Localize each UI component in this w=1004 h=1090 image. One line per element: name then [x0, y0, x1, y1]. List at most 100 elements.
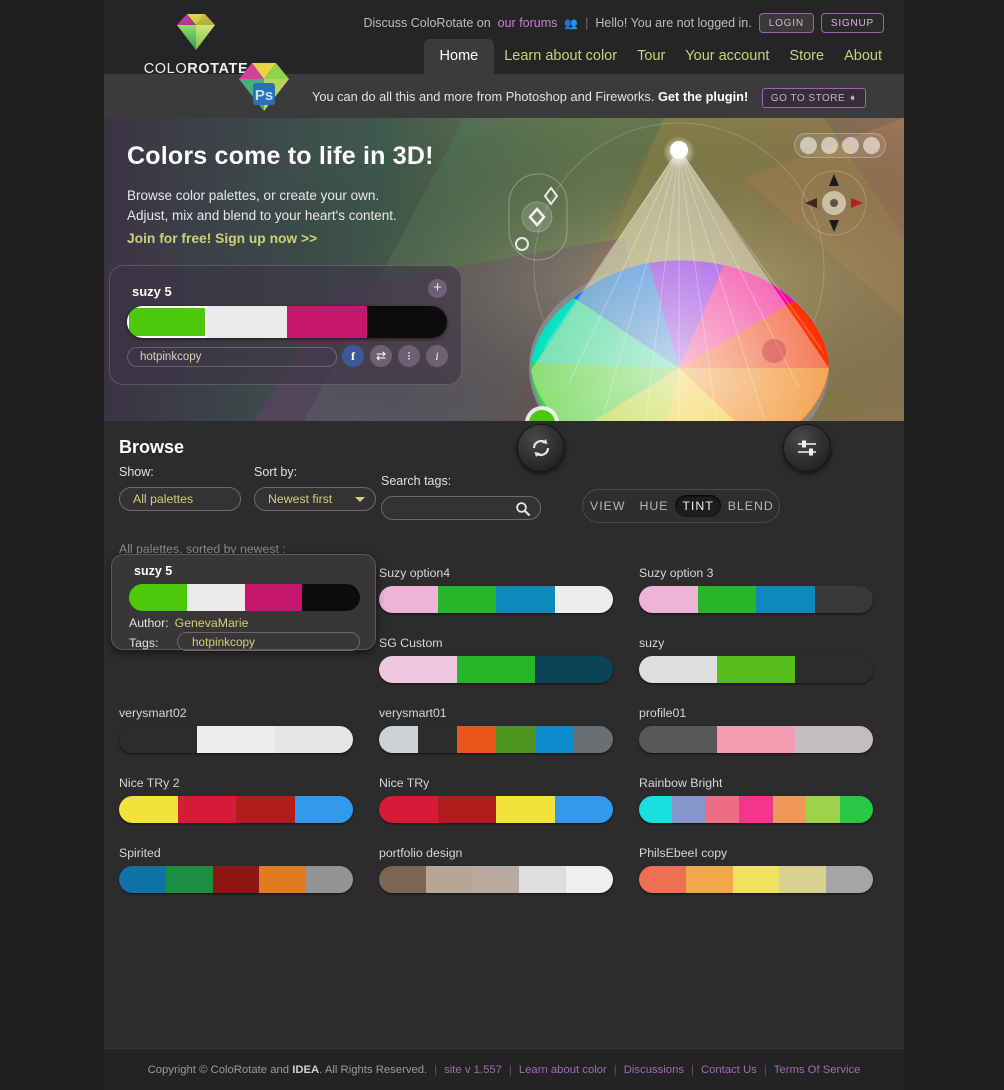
swatch [732, 866, 780, 893]
featured-palette-swatches[interactable] [129, 584, 360, 611]
tab-blend[interactable]: BLEND [721, 495, 781, 517]
author-name[interactable]: GenevaMarie [175, 616, 249, 630]
share-icon[interactable]: ⇄ [370, 345, 392, 367]
swatch [165, 866, 213, 893]
palette-card-5[interactable]: verysmart02 [119, 706, 353, 753]
footer-link-site-version[interactable]: site v 1.557 [444, 1064, 502, 1076]
login-button[interactable]: LOGIN [758, 13, 814, 33]
facebook-icon[interactable]: f [342, 345, 364, 367]
palette-card-3[interactable]: SG Custom [379, 636, 613, 683]
palette-swatches[interactable] [639, 726, 873, 753]
palette-swatches[interactable] [639, 586, 873, 613]
mixer-button[interactable] [783, 424, 831, 472]
browse-section: Browse Show: All palettes Sort by: Newes… [104, 421, 904, 893]
palette-card-6[interactable]: verysmart01 [379, 706, 613, 753]
palette-card-4[interactable]: suzy [639, 636, 873, 683]
footer-link-terms[interactable]: Terms Of Service [774, 1064, 861, 1076]
hero-palette-card[interactable]: suzy 5 + hotpinkcopy f ⇄ ⁝ i [109, 265, 462, 385]
swatch [127, 306, 207, 338]
forums-link[interactable]: our forums [498, 16, 558, 30]
hero-palette-tag[interactable]: hotpinkcopy [127, 347, 337, 367]
swatch [379, 586, 438, 613]
hero-palette-swatches[interactable] [127, 306, 447, 338]
palette-swatches[interactable] [379, 796, 613, 823]
palette-card-7[interactable]: profile01 [639, 706, 873, 753]
nav-item-tour[interactable]: Tour [627, 40, 675, 74]
plugin-banner: Ps You can do all this and more from Pho… [104, 63, 904, 118]
nav-item-your-account[interactable]: Your account [675, 40, 779, 74]
contrast-icon[interactable] [821, 137, 838, 154]
swatch [826, 866, 873, 893]
diamond-small-icon [543, 186, 559, 206]
plugin-banner-text: You can do all this and more from Photos… [312, 87, 867, 108]
plus-icon[interactable]: + [428, 279, 447, 298]
palette-card-9[interactable]: Nice TRy [379, 776, 613, 823]
swatch [496, 586, 555, 613]
swatch [457, 726, 496, 753]
nav-item-learn-about-color[interactable]: Learn about color [494, 40, 627, 74]
brightness-icon[interactable] [800, 137, 817, 154]
palette-swatches[interactable] [639, 796, 873, 823]
palette-card-2[interactable]: Suzy option 3 [639, 566, 873, 613]
palette-swatches[interactable] [379, 656, 613, 683]
tab-hue[interactable]: HUE [632, 495, 675, 517]
nav-item-about[interactable]: About [834, 40, 892, 74]
sort-select[interactable]: Newest first [254, 487, 376, 511]
copyright-mid: ColoRotate and [207, 1063, 293, 1076]
nav-item-home[interactable]: Home [423, 39, 495, 74]
signup-button[interactable]: SIGNUP [820, 13, 884, 33]
palette-card-13[interactable]: PhilsEbeeI copy [639, 846, 873, 893]
palette-swatches[interactable] [119, 726, 353, 753]
featured-tag[interactable]: hotpinkcopy [177, 632, 360, 651]
page-root: COLOROTATE Discuss ColoRotate on our for… [0, 0, 1004, 1090]
palette-swatches[interactable] [379, 726, 613, 753]
color-cone-3d[interactable] [474, 118, 904, 421]
palette-card-1[interactable]: Suzy option4 [379, 566, 613, 613]
pan-control-icon[interactable] [799, 168, 869, 238]
tab-view[interactable]: VIEW [583, 495, 632, 517]
author-label: Author: [129, 616, 169, 630]
palette-card-8[interactable]: Nice TRy 2 [119, 776, 353, 823]
swatch [697, 586, 756, 613]
palette-swatches[interactable] [639, 866, 873, 893]
palette-card-12[interactable]: portfolio design [379, 846, 613, 893]
palette-swatches[interactable] [119, 866, 353, 893]
palette-title: Spirited [119, 846, 161, 860]
show-select[interactable]: All palettes [119, 487, 241, 511]
nav-item-store[interactable]: Store [779, 40, 834, 74]
go-to-store-button[interactable]: GO TO STORE ➧ [761, 87, 867, 108]
join-free-link[interactable]: Join for free! Sign up now >> [127, 231, 317, 246]
swatch [705, 796, 740, 823]
featured-palette-card[interactable]: suzy 5 Author: GenevaMarie Tags: hotpinkc… [111, 554, 376, 651]
info-icon[interactable]: i [426, 345, 448, 367]
palette-dots-icon[interactable]: ⁝ [398, 345, 420, 367]
palette-swatches[interactable] [379, 866, 613, 893]
site-column: COLOROTATE Discuss ColoRotate on our for… [104, 0, 904, 1090]
palette-card-10[interactable]: Rainbow Bright [639, 776, 873, 823]
palette-card-11[interactable]: Spirited [119, 846, 353, 893]
greeting-text: Hello! You are not logged in. [595, 16, 752, 30]
footer-link-learn-about-color[interactable]: Learn about color [519, 1064, 607, 1076]
main-nav: Home Learn about color Tour Your account… [423, 39, 892, 74]
magnifier-icon[interactable] [515, 501, 531, 517]
footer-separator: | [434, 1063, 438, 1076]
footer-link-contact-us[interactable]: Contact Us [701, 1064, 757, 1076]
swatch [379, 866, 426, 893]
hue-icon[interactable] [842, 137, 859, 154]
tab-tint[interactable]: TINT [675, 495, 721, 517]
rotate-icon[interactable] [863, 137, 880, 154]
tags-label: Tags: [129, 636, 159, 650]
palette-title: portfolio design [379, 846, 463, 860]
palette-title: suzy [639, 636, 665, 650]
shape-selector-cluster[interactable] [506, 170, 576, 265]
palette-swatches[interactable] [379, 586, 613, 613]
hero-tool-strip[interactable] [794, 133, 886, 158]
palette-title: profile01 [639, 706, 687, 720]
search-input[interactable] [381, 496, 541, 520]
swatch [119, 866, 166, 893]
swatch [554, 796, 613, 823]
footer-link-discussions[interactable]: Discussions [624, 1064, 684, 1076]
palette-swatches[interactable] [119, 796, 353, 823]
refresh-button[interactable] [517, 424, 565, 472]
palette-swatches[interactable] [639, 656, 873, 683]
